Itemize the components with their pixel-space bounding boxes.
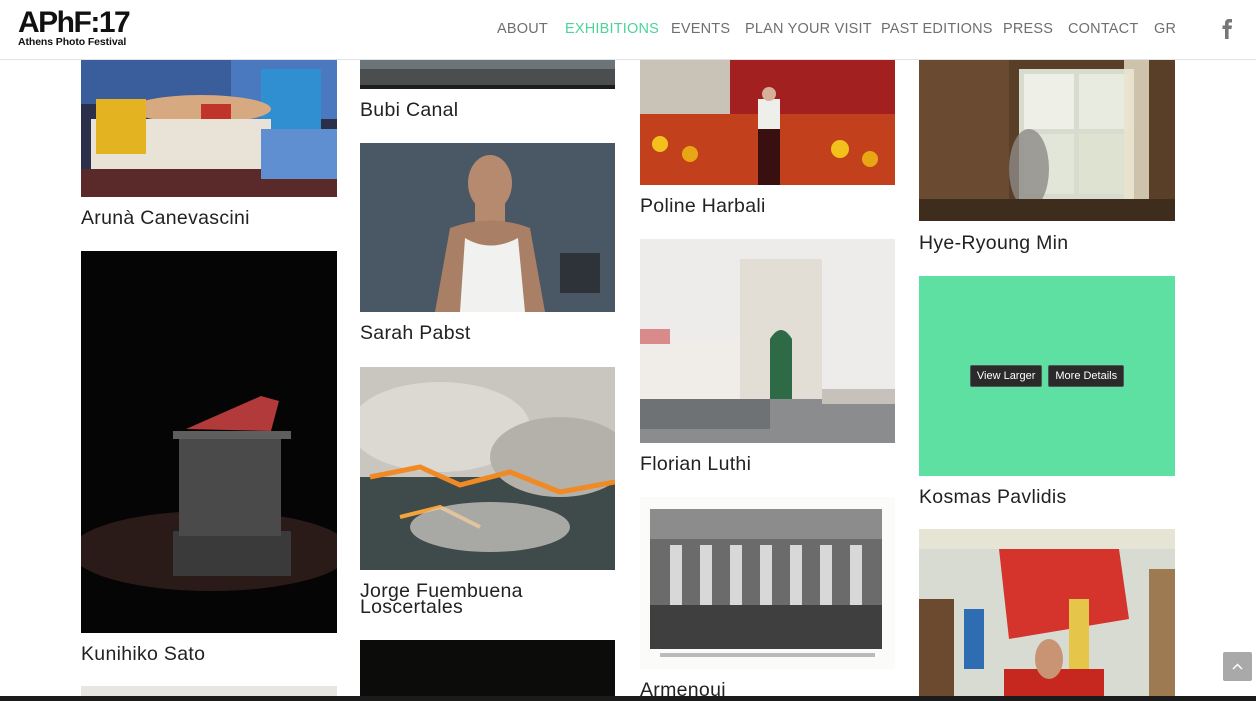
artist-name[interactable]: Jorge Fuembuena Loscertales	[360, 581, 600, 617]
nav-gr[interactable]: GR	[1154, 21, 1176, 37]
nav-plan-your-visit[interactable]: PLAN YOUR VISIT	[745, 21, 872, 37]
artist-name[interactable]: Kosmas Pavlidis	[919, 487, 1067, 507]
logo-sub-text: Athens Photo Festival	[18, 36, 127, 48]
thumbnail-image[interactable]	[640, 59, 895, 185]
thumbnail-image[interactable]	[640, 239, 895, 443]
nav-exhibitions[interactable]: EXHIBITIONS	[565, 21, 659, 37]
hover-overlay: View Larger More Details	[919, 276, 1175, 476]
thumbnail-image[interactable]	[360, 640, 615, 696]
nav-past-editions[interactable]: PAST EDITIONS	[881, 21, 993, 37]
nav-contact[interactable]: CONTACT	[1068, 21, 1138, 37]
view-larger-button[interactable]: View Larger	[969, 365, 1043, 387]
thumbnail-image[interactable]	[81, 686, 337, 696]
artist-name[interactable]: Hye-Ryoung Min	[919, 233, 1068, 253]
nav-about[interactable]: ABOUT	[497, 21, 548, 37]
thumbnail-image[interactable]	[81, 59, 337, 197]
site-logo[interactable]: APhF:17 Athens Photo Festival	[18, 6, 131, 48]
artist-name[interactable]: Poline Harbali	[640, 196, 766, 216]
chevron-up-icon	[1232, 663, 1243, 670]
artist-name[interactable]: Bubi Canal	[360, 100, 458, 120]
thumbnail-image[interactable]	[919, 59, 1175, 221]
thumbnail-image[interactable]	[919, 529, 1175, 696]
thumbnail-image[interactable]	[81, 251, 337, 633]
artist-name[interactable]: Florian Luthi	[640, 454, 751, 474]
artist-name[interactable]: Arunà Canevascini	[81, 208, 250, 228]
thumbnail-image[interactable]	[640, 497, 895, 669]
more-details-button[interactable]: More Details	[1048, 365, 1125, 387]
nav-events[interactable]: EVENTS	[671, 21, 730, 37]
site-header: APhF:17 Athens Photo Festival ABOUT EXHI…	[0, 0, 1256, 60]
thumbnail-image[interactable]: View Larger More Details	[919, 276, 1175, 476]
artist-name[interactable]: Kunihiko Sato	[81, 644, 205, 664]
scroll-to-top-button[interactable]	[1223, 652, 1252, 681]
nav-press[interactable]: PRESS	[1003, 21, 1053, 37]
logo-main-text: APhF:17	[18, 6, 131, 39]
bottom-bar	[0, 696, 1256, 701]
thumbnail-image[interactable]	[360, 143, 615, 312]
facebook-icon[interactable]	[1221, 19, 1233, 39]
artist-name[interactable]: Sarah Pabst	[360, 323, 471, 343]
thumbnail-image[interactable]	[360, 59, 615, 89]
thumbnail-image[interactable]	[360, 367, 615, 570]
